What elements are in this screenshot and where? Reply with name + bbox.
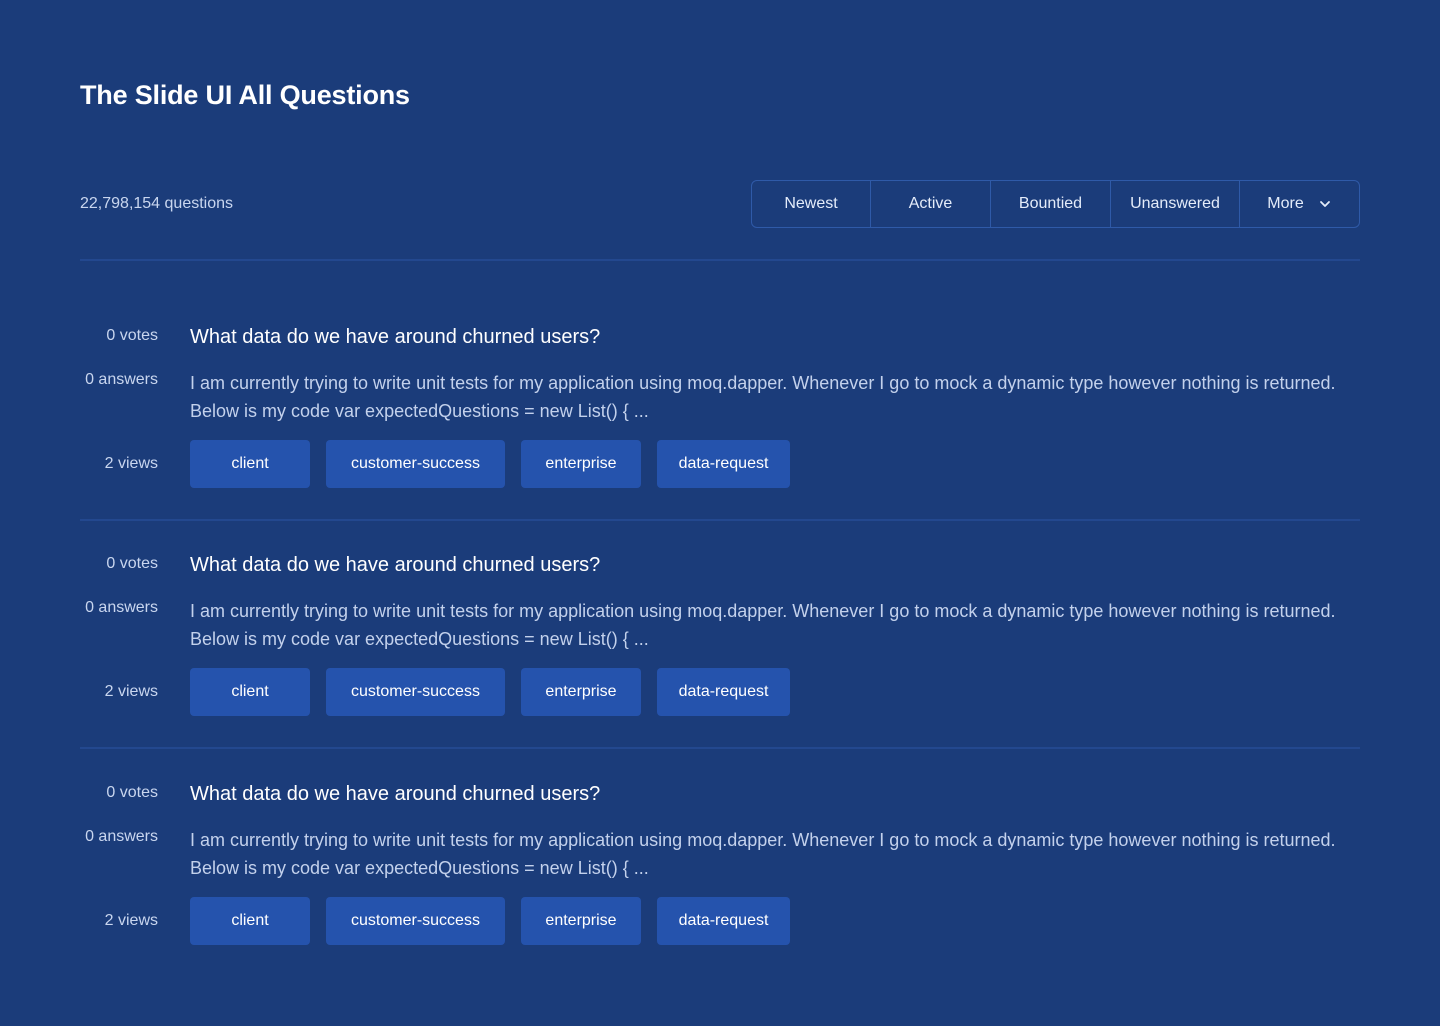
question-excerpt: I am currently trying to write unit test…	[190, 601, 1336, 649]
tag-client[interactable]: client	[190, 897, 310, 945]
chevron-down-icon	[1319, 201, 1330, 207]
page-title: The Slide UI All Questions	[80, 80, 410, 110]
tag-enterprise[interactable]: enterprise	[521, 440, 641, 488]
divider	[80, 747, 1360, 749]
tab-more-label: More	[1267, 195, 1304, 212]
tag-client[interactable]: client	[190, 668, 310, 716]
view-count: 2 views	[104, 683, 158, 700]
tag-enterprise[interactable]: enterprise	[521, 668, 641, 716]
question-count: 22,798,154 questions	[80, 195, 234, 212]
answer-count: 0 answers	[85, 371, 158, 388]
tab-more[interactable]: More	[1240, 181, 1359, 227]
tag-data-request[interactable]: data-request	[657, 897, 790, 945]
tag-customer-success[interactable]: customer-success	[326, 897, 505, 945]
answer-count: 0 answers	[85, 828, 158, 845]
filter-tabs: Newest Active Bountied Unanswered More	[751, 180, 1360, 228]
tag-enterprise[interactable]: enterprise	[521, 897, 641, 945]
question-excerpt: I am currently trying to write unit test…	[190, 830, 1336, 878]
tab-bountied[interactable]: Bountied	[991, 181, 1111, 227]
tag-list: client customer-success enterprise data-…	[190, 440, 790, 488]
vote-count: 0 votes	[106, 327, 158, 344]
tab-active[interactable]: Active	[871, 181, 991, 227]
tab-unanswered[interactable]: Unanswered	[1111, 181, 1240, 227]
tag-list: client customer-success enterprise data-…	[190, 897, 790, 945]
tag-data-request[interactable]: data-request	[657, 668, 790, 716]
vote-count: 0 votes	[106, 555, 158, 572]
question-title-link[interactable]: What data do we have around churned user…	[190, 326, 600, 349]
view-count: 2 views	[104, 912, 158, 929]
question-title-link[interactable]: What data do we have around churned user…	[190, 554, 600, 577]
tab-newest[interactable]: Newest	[752, 181, 871, 227]
divider	[80, 519, 1360, 521]
answer-count: 0 answers	[85, 599, 158, 616]
question-title-link[interactable]: What data do we have around churned user…	[190, 783, 600, 806]
divider	[80, 259, 1360, 261]
question-excerpt: I am currently trying to write unit test…	[190, 373, 1336, 421]
questions-page: The Slide UI All Questions 22,798,154 qu…	[0, 0, 1440, 1026]
vote-count: 0 votes	[106, 784, 158, 801]
tag-customer-success[interactable]: customer-success	[326, 440, 505, 488]
tag-data-request[interactable]: data-request	[657, 440, 790, 488]
tag-customer-success[interactable]: customer-success	[326, 668, 505, 716]
view-count: 2 views	[104, 455, 158, 472]
toolbar: 22,798,154 questions Newest Active Bount…	[80, 180, 1360, 228]
tag-client[interactable]: client	[190, 440, 310, 488]
tag-list: client customer-success enterprise data-…	[190, 668, 790, 716]
